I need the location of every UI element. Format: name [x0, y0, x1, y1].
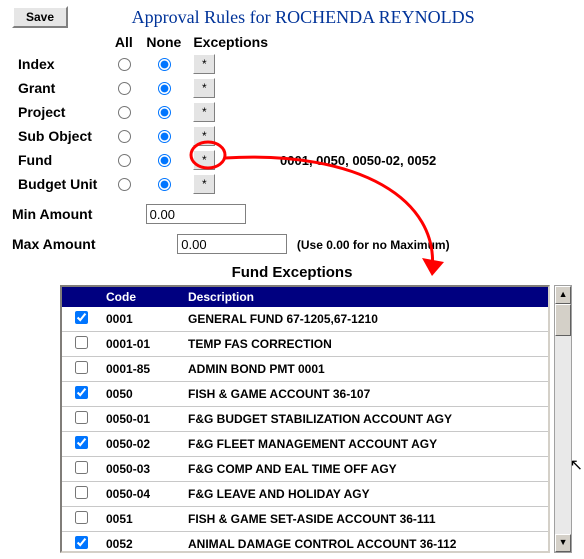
rule-label-subobj: Sub Object	[12, 124, 107, 148]
rule-row-project: Project *	[12, 100, 442, 124]
rule-extra-budget	[274, 172, 442, 196]
rule-row-subobj: Sub Object *	[12, 124, 442, 148]
exc-header-desc: Description	[182, 287, 548, 307]
min-amount-input[interactable]	[146, 204, 246, 224]
exception-row[interactable]: 0050-02F&G FLEET MANAGEMENT ACCOUNT AGY	[62, 432, 548, 457]
exception-code: 0050	[100, 382, 182, 407]
rule-extra-fund: 0001, 0050, 0050-02, 0052	[274, 148, 442, 172]
exception-desc: FISH & GAME SET-ASIDE ACCOUNT 36-111	[182, 507, 548, 532]
exception-code: 0001-85	[100, 357, 182, 382]
exception-desc: F&G BUDGET STABILIZATION ACCOUNT AGY	[182, 407, 548, 432]
exception-desc: F&G COMP AND EAL TIME OFF AGY	[182, 457, 548, 482]
rule-row-index: Index *	[12, 52, 442, 76]
exception-row[interactable]: 0051FISH & GAME SET-ASIDE ACCOUNT 36-111	[62, 507, 548, 532]
cursor-icon: ↖	[570, 455, 583, 475]
radio-none-project[interactable]	[158, 106, 171, 119]
radio-none-budget[interactable]	[158, 178, 171, 191]
rule-row-grant: Grant *	[12, 76, 442, 100]
exceptions-button-project[interactable]: *	[193, 102, 215, 122]
rule-label-index: Index	[12, 52, 107, 76]
exception-desc: TEMP FAS CORRECTION	[182, 332, 548, 357]
exceptions-button-index[interactable]: *	[193, 54, 215, 74]
exception-check[interactable]	[75, 436, 88, 449]
exc-header-code: Code	[100, 287, 182, 307]
rule-extra-subobj	[274, 124, 442, 148]
exception-code: 0050-03	[100, 457, 182, 482]
exceptions-button-subobj[interactable]: *	[193, 126, 215, 146]
exception-desc: ADMIN BOND PMT 0001	[182, 357, 548, 382]
radio-all-project[interactable]	[118, 106, 131, 119]
exception-check[interactable]	[75, 336, 88, 349]
max-amount-input[interactable]	[177, 234, 287, 254]
col-exc: Exceptions	[187, 32, 274, 52]
exception-row[interactable]: 0052ANIMAL DAMAGE CONTROL ACCOUNT 36-112	[62, 532, 548, 554]
rule-label-grant: Grant	[12, 76, 107, 100]
exception-check[interactable]	[75, 536, 88, 549]
exception-check[interactable]	[75, 486, 88, 499]
exceptions-button-budget[interactable]: *	[193, 174, 215, 194]
exception-code: 0001	[100, 307, 182, 332]
scroll-up-button[interactable]: ▲	[555, 286, 571, 304]
exception-desc: GENERAL FUND 67-1205,67-1210	[182, 307, 548, 332]
exception-code: 0001-01	[100, 332, 182, 357]
exception-code: 0050-04	[100, 482, 182, 507]
col-all: All	[107, 32, 140, 52]
exception-row[interactable]: 0050-04F&G LEAVE AND HOLIDAY AGY	[62, 482, 548, 507]
rule-label-project: Project	[12, 100, 107, 124]
exceptions-list[interactable]: Code Description 0001GENERAL FUND 67-120…	[60, 285, 550, 553]
save-button[interactable]: Save	[12, 6, 68, 28]
exception-desc: FISH & GAME ACCOUNT 36-107	[182, 382, 548, 407]
rule-row-budget: Budget Unit *	[12, 172, 442, 196]
min-amount-label: Min Amount	[12, 206, 142, 222]
radio-none-subobj[interactable]	[158, 130, 171, 143]
col-none: None	[140, 32, 187, 52]
exceptions-title: Fund Exceptions	[12, 264, 572, 281]
rule-label-fund: Fund	[12, 148, 107, 172]
exception-desc: ANIMAL DAMAGE CONTROL ACCOUNT 36-112	[182, 532, 548, 554]
exception-row[interactable]: 0050FISH & GAME ACCOUNT 36-107	[62, 382, 548, 407]
exceptions-button-grant[interactable]: *	[193, 78, 215, 98]
exception-check[interactable]	[75, 411, 88, 424]
radio-all-index[interactable]	[118, 58, 131, 71]
rule-extra-project	[274, 100, 442, 124]
exception-code: 0050-02	[100, 432, 182, 457]
exception-desc: F&G FLEET MANAGEMENT ACCOUNT AGY	[182, 432, 548, 457]
exception-check[interactable]	[75, 386, 88, 399]
max-amount-label: Max Amount	[12, 236, 142, 252]
rule-extra-index	[274, 52, 442, 76]
exception-row[interactable]: 0001GENERAL FUND 67-1205,67-1210	[62, 307, 548, 332]
exception-check[interactable]	[75, 311, 88, 324]
exception-row[interactable]: 0001-85ADMIN BOND PMT 0001	[62, 357, 548, 382]
radio-all-grant[interactable]	[118, 82, 131, 95]
exc-header-check	[62, 287, 100, 307]
rules-table: All None Exceptions Index * Grant * Project *…	[12, 32, 442, 196]
radio-none-index[interactable]	[158, 58, 171, 71]
exceptions-button-fund[interactable]: *	[193, 150, 215, 170]
page-title: Approval Rules for ROCHENDA REYNOLDS	[132, 7, 475, 28]
exception-check[interactable]	[75, 511, 88, 524]
radio-none-grant[interactable]	[158, 82, 171, 95]
scroll-down-button[interactable]: ▼	[555, 534, 571, 552]
exception-code: 0050-01	[100, 407, 182, 432]
exception-code: 0051	[100, 507, 182, 532]
scrollbar[interactable]: ▲ ▼	[554, 285, 572, 553]
exception-check[interactable]	[75, 461, 88, 474]
exception-row[interactable]: 0050-03F&G COMP AND EAL TIME OFF AGY	[62, 457, 548, 482]
exception-desc: F&G LEAVE AND HOLIDAY AGY	[182, 482, 548, 507]
radio-all-subobj[interactable]	[118, 130, 131, 143]
radio-all-fund[interactable]	[118, 154, 131, 167]
exception-check[interactable]	[75, 361, 88, 374]
exception-code: 0052	[100, 532, 182, 554]
rule-label-budget: Budget Unit	[12, 172, 107, 196]
scroll-thumb[interactable]	[555, 304, 571, 336]
exception-row[interactable]: 0001-01TEMP FAS CORRECTION	[62, 332, 548, 357]
exception-row[interactable]: 0050-01F&G BUDGET STABILIZATION ACCOUNT …	[62, 407, 548, 432]
radio-none-fund[interactable]	[158, 154, 171, 167]
rule-extra-grant	[274, 76, 442, 100]
max-amount-hint: (Use 0.00 for no Maximum)	[297, 238, 450, 252]
rule-row-fund: Fund * 0001, 0050, 0050-02, 0052	[12, 148, 442, 172]
radio-all-budget[interactable]	[118, 178, 131, 191]
